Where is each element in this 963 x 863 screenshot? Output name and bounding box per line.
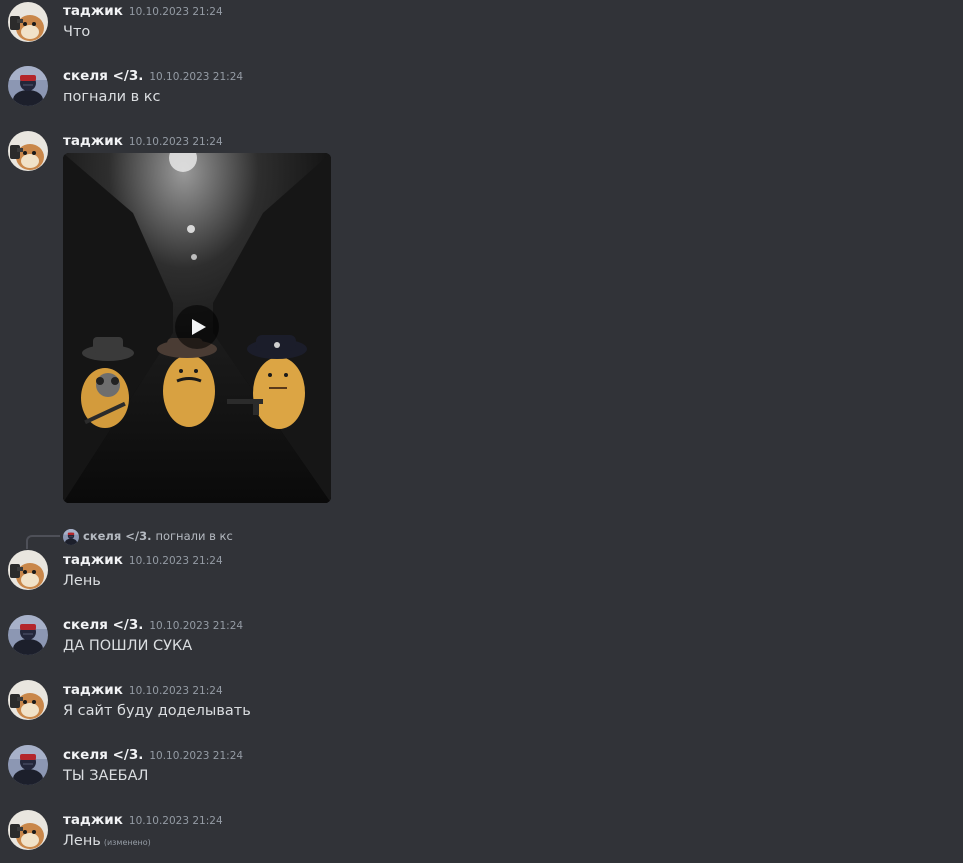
message-timestamp: 10.10.2023 21:24 bbox=[149, 750, 244, 762]
message-timestamp: 10.10.2023 21:24 bbox=[149, 71, 244, 83]
play-icon[interactable] bbox=[175, 305, 219, 349]
message-timestamp: 10.10.2023 21:24 bbox=[128, 685, 223, 697]
message-content: Лень (изменено) bbox=[63, 831, 151, 853]
message-author[interactable]: скеля </3. bbox=[63, 617, 143, 633]
reply-connector bbox=[26, 535, 60, 549]
reply-avatar bbox=[63, 529, 79, 545]
message-text: Лень bbox=[63, 833, 101, 849]
edited-label: (изменено) bbox=[103, 838, 151, 847]
reply-text: погнали в кс bbox=[155, 529, 233, 543]
message-timestamp: 10.10.2023 21:24 bbox=[128, 555, 223, 567]
message-timestamp: 10.10.2023 21:24 bbox=[128, 136, 223, 148]
reply-author[interactable]: скеля </3. bbox=[83, 529, 151, 543]
message-text: Что bbox=[63, 24, 91, 40]
message-author[interactable]: скеля </3. bbox=[63, 747, 143, 763]
message-timestamp: 10.10.2023 21:24 bbox=[128, 815, 223, 827]
message-text: Я сайт буду доделывать bbox=[63, 703, 251, 719]
avatar[interactable] bbox=[8, 680, 48, 720]
message-text: погнали в кс bbox=[63, 89, 161, 105]
message-timestamp: 10.10.2023 21:24 bbox=[149, 620, 244, 632]
message-author[interactable]: таджик bbox=[63, 812, 123, 828]
message-author[interactable]: таджик bbox=[63, 552, 123, 568]
video-attachment[interactable] bbox=[63, 153, 331, 503]
avatar[interactable] bbox=[8, 66, 48, 106]
message-timestamp: 10.10.2023 21:24 bbox=[128, 6, 223, 18]
avatar[interactable] bbox=[8, 615, 48, 655]
message-text: ТЫ ЗАЕБАЛ bbox=[63, 768, 149, 784]
message-author[interactable]: таджик bbox=[63, 3, 123, 19]
reply-preview[interactable]: скеля </3. погнали в кс bbox=[63, 527, 233, 545]
avatar[interactable] bbox=[8, 131, 48, 171]
avatar[interactable] bbox=[8, 550, 48, 590]
message-author[interactable]: таджик bbox=[63, 682, 123, 698]
avatar[interactable] bbox=[8, 810, 48, 850]
message-author[interactable]: скеля </3. bbox=[63, 68, 143, 84]
avatar[interactable] bbox=[8, 2, 48, 42]
message-author[interactable]: таджик bbox=[63, 133, 123, 149]
message-text: ДА ПОШЛИ СУКА bbox=[63, 638, 193, 654]
message-text: Лень bbox=[63, 573, 101, 589]
avatar[interactable] bbox=[8, 745, 48, 785]
